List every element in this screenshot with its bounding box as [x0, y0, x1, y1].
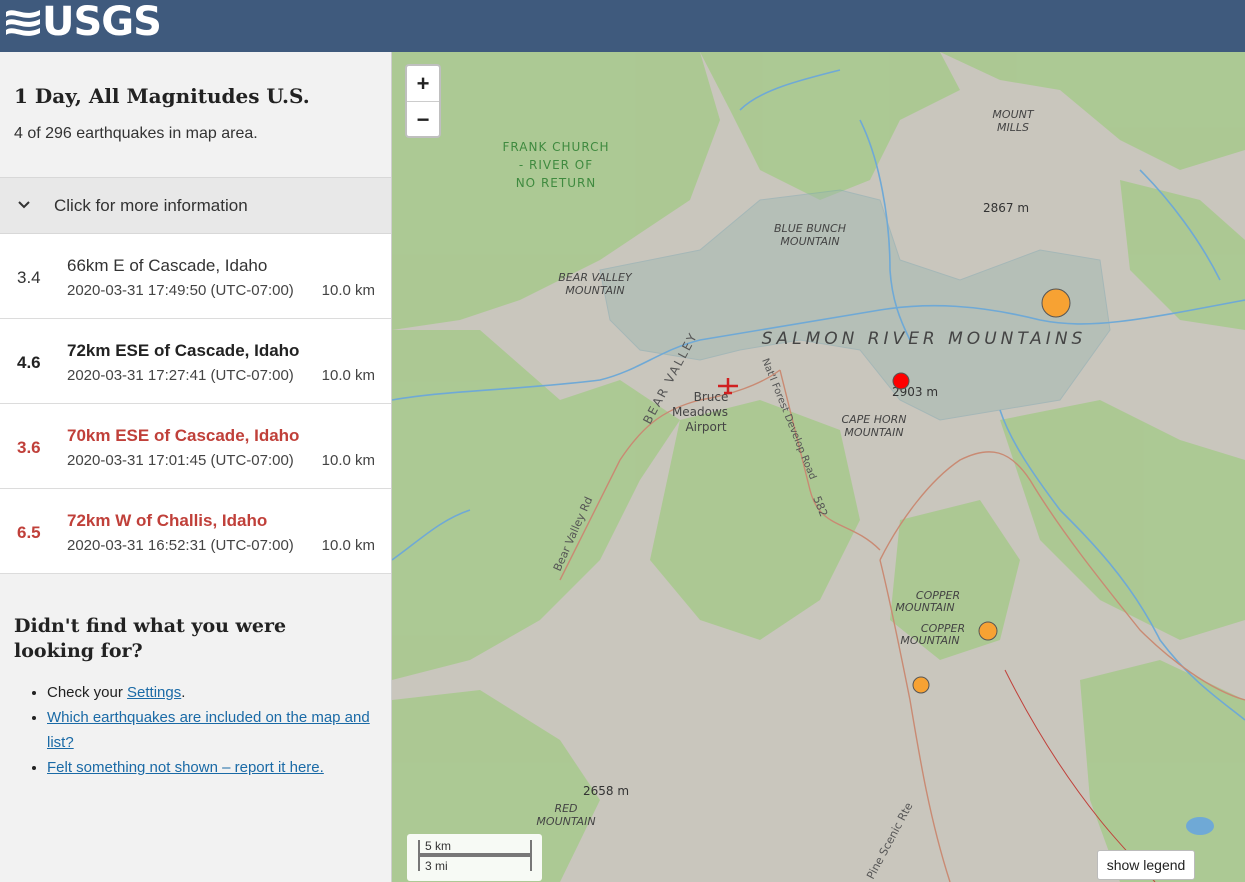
earthquake-time: 2020-03-31 17:49:50 (UTC-07:00) — [67, 282, 294, 299]
earthquake-row[interactable]: 3.4 66km E of Cascade, Idaho 2020-03-31 … — [0, 234, 391, 319]
earthquake-marker-3-4[interactable] — [912, 676, 930, 694]
chevron-down-icon — [18, 201, 30, 209]
label-bruce-meadows: Bruce — [694, 390, 729, 404]
settings-link[interactable]: Settings — [127, 684, 181, 701]
earthquake-magnitude: 3.4 — [17, 268, 41, 287]
label-blue-bunch: BLUE BUNCH — [774, 222, 846, 235]
help-title: Didn't find what you were looking for? — [14, 615, 287, 662]
zoom-out-button[interactable]: − — [407, 102, 439, 137]
label-cape-horn: CAPE HORN — [841, 413, 906, 426]
zoom-in-button[interactable]: + — [407, 66, 439, 102]
earthquake-magnitude: 6.5 — [17, 523, 41, 542]
earthquake-time: 2020-03-31 16:52:31 (UTC-07:00) — [67, 537, 294, 554]
usgs-logo[interactable]: USGS — [6, 0, 162, 45]
help-item-suffix: . — [181, 684, 186, 701]
earthquake-marker-3-6[interactable] — [978, 621, 998, 641]
earthquake-row[interactable]: 6.5 72km W of Challis, Idaho 2020-03-31 … — [0, 489, 391, 574]
header-bar: USGS — [0, 0, 1245, 52]
label-copper-mountain: MOUNTAIN — [900, 634, 959, 647]
logo-text: USGS — [42, 0, 162, 45]
usgs-wave-icon — [6, 10, 40, 36]
earthquake-place: 72km W of Challis, Idaho — [67, 511, 268, 530]
lake — [1186, 817, 1214, 835]
more-info-label: Click for more information — [54, 196, 248, 215]
label-bruce-meadows: Meadows — [672, 405, 728, 419]
scale-bar: 5 km 3 mi — [407, 834, 542, 881]
earthquake-time: 2020-03-31 17:01:45 (UTC-07:00) — [67, 452, 294, 469]
label-bear-valley-mountain: BEAR VALLEY — [558, 271, 633, 284]
label-cape-horn: MOUNTAIN — [844, 426, 903, 439]
label-red-mountain: MOUNTAIN — [536, 815, 595, 828]
scale-mi: 3 mi — [418, 855, 532, 873]
label-bear-valley-mountain: MOUNTAIN — [565, 284, 624, 297]
label-elevation-2658: 2658 m — [583, 784, 629, 798]
earthquake-marker-4-6[interactable] — [892, 372, 910, 390]
label-bruce-meadows: Airport — [685, 420, 726, 434]
earthquake-row[interactable]: 4.6 72km ESE of Cascade, Idaho 2020-03-3… — [0, 319, 391, 404]
earthquake-place: 70km ESE of Cascade, Idaho — [67, 426, 300, 445]
included-earthquakes-link[interactable]: Which earthquakes are included on the ma… — [47, 709, 370, 751]
more-info-toggle[interactable]: Click for more information — [0, 177, 391, 234]
earthquake-magnitude: 4.6 — [17, 353, 41, 372]
earthquake-marker-6-5[interactable] — [1041, 288, 1071, 318]
earthquake-list: 3.4 66km E of Cascade, Idaho 2020-03-31 … — [0, 234, 391, 574]
earthquake-depth: 10.0 km — [321, 282, 375, 299]
earthquake-magnitude: 3.6 — [17, 438, 41, 457]
help-item-text: Check your — [47, 684, 128, 701]
felt-report-link[interactable]: Felt something not shown – report it her… — [47, 759, 324, 776]
help-list: Check your Settings. Which earthquakes a… — [27, 680, 392, 780]
scale-km: 5 km — [418, 840, 532, 855]
panel-title: 1 Day, All Magnitudes U.S. — [14, 84, 310, 108]
map-canvas[interactable]: FRANK CHURCH - RIVER OF NO RETURN MOUNT … — [392, 52, 1245, 882]
help-item-settings: Check your Settings. — [47, 680, 392, 705]
label-red-mountain: RED — [554, 802, 577, 815]
help-item-felt: Felt something not shown – report it her… — [47, 755, 392, 780]
earthquake-count: 4 of 296 earthquakes in map area. — [14, 125, 258, 142]
label-copper-mountain: MOUNTAIN — [895, 601, 954, 614]
earthquake-depth: 10.0 km — [321, 367, 375, 384]
label-frank-church: NO RETURN — [516, 176, 597, 190]
label-frank-church: FRANK CHURCH — [503, 140, 610, 154]
earthquake-row[interactable]: 3.6 70km ESE of Cascade, Idaho 2020-03-3… — [0, 404, 391, 489]
map-view[interactable]: FRANK CHURCH - RIVER OF NO RETURN MOUNT … — [392, 52, 1245, 882]
earthquake-list-panel: 1 Day, All Magnitudes U.S. 4 of 296 eart… — [0, 52, 392, 882]
earthquake-depth: 10.0 km — [321, 537, 375, 554]
earthquake-time: 2020-03-31 17:27:41 (UTC-07:00) — [67, 367, 294, 384]
zoom-control: + − — [405, 64, 441, 138]
show-legend-button[interactable]: show legend — [1097, 850, 1195, 880]
label-mount-mills: MOUNT — [992, 108, 1034, 121]
label-elevation-2867: 2867 m — [983, 201, 1029, 215]
label-salmon-river-mountains: SALMON RIVER MOUNTAINS — [762, 329, 1087, 349]
earthquake-place: 72km ESE of Cascade, Idaho — [67, 341, 300, 360]
earthquake-depth: 10.0 km — [321, 452, 375, 469]
label-mount-mills: MILLS — [997, 121, 1029, 134]
earthquake-place: 66km E of Cascade, Idaho — [67, 256, 268, 275]
label-blue-bunch: MOUNTAIN — [780, 235, 839, 248]
help-item-included: Which earthquakes are included on the ma… — [47, 705, 392, 755]
label-frank-church: - RIVER OF — [519, 158, 593, 172]
